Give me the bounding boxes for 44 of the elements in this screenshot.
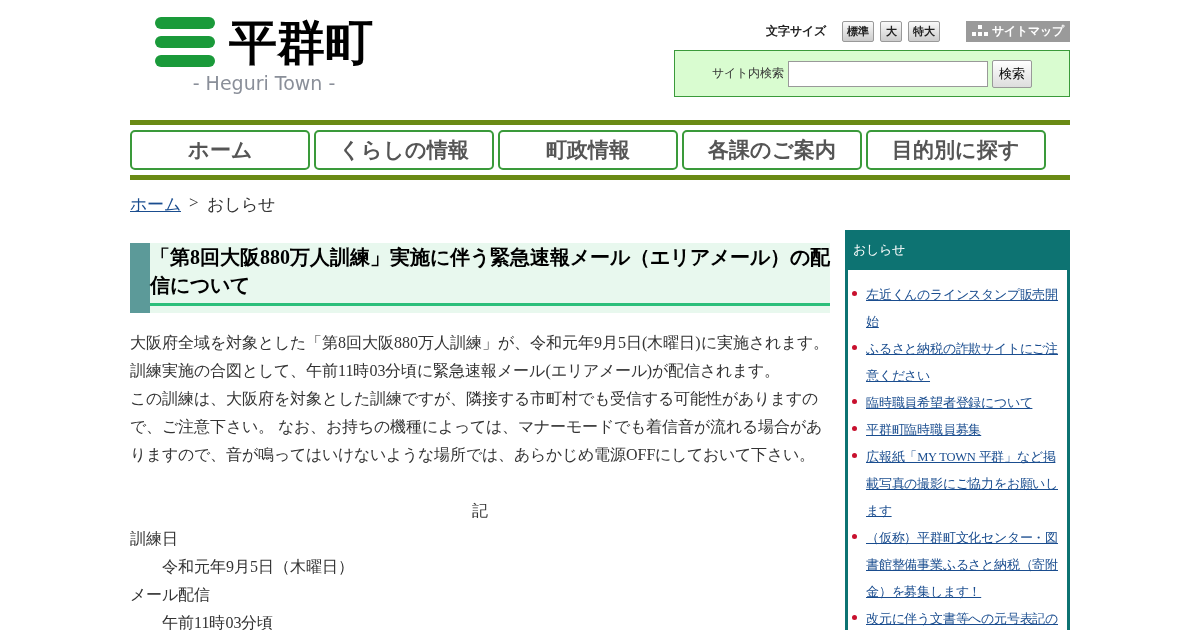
bullet-icon bbox=[852, 453, 857, 458]
font-size-button[interactable]: 標準 bbox=[842, 20, 874, 42]
news-link[interactable]: ふるさと納税の詐欺サイトにご注意ください bbox=[866, 336, 1064, 390]
nav-tab[interactable]: 町政情報 bbox=[498, 130, 678, 170]
detail-term: メール配信 bbox=[130, 586, 210, 603]
search-label: サイト内検索 bbox=[712, 65, 784, 82]
bullet-icon bbox=[852, 534, 857, 539]
detail-value: 午前11時03分頃 bbox=[162, 614, 274, 630]
title-accent bbox=[130, 243, 150, 313]
logo-subtitle: - Heguri Town - bbox=[192, 72, 336, 94]
font-size-button[interactable]: 特大 bbox=[908, 20, 940, 42]
nav-tab[interactable]: くらしの情報 bbox=[314, 130, 494, 170]
bullet-icon bbox=[852, 615, 857, 620]
search-button[interactable]: 検索 bbox=[992, 59, 1032, 88]
news-link[interactable]: 改元に伴う文書等への元号表記の bbox=[866, 606, 1058, 630]
bullet-icon bbox=[852, 291, 857, 296]
article-paragraph: この訓練は、大阪府を対象とした訓練ですが、隣接する市町村でも受信する可能性がありますので、ご注意下さい。 なお、お持ちの機種によっては、マナーモードでも着信音が流れる場合がありますので、音が鳴ってはいけないような場所では、あらかじめ電源OFFにしておいて下さい。 bbox=[130, 389, 823, 465]
bullet-icon bbox=[852, 345, 857, 350]
nav-tab[interactable]: 各課のご案内 bbox=[682, 130, 862, 170]
article-paragraph: 訓練実施の合図として、午前11時03分頃に緊急速報メール(エリアメール)が配信されます。 bbox=[130, 361, 782, 382]
breadcrumb-separator: > bbox=[189, 193, 199, 214]
news-link[interactable]: 臨時職員希望者登録について bbox=[866, 390, 1033, 417]
article-paragraph: 大阪府全域を対象とした「第8回大阪880万人訓練」が、令和元年9月5日(木曜日)に実施されます。 bbox=[130, 333, 830, 354]
nav-tab[interactable]: ホーム bbox=[130, 130, 310, 170]
nav-tab[interactable]: 目的別に探す bbox=[866, 130, 1046, 170]
search-field[interactable] bbox=[788, 60, 988, 87]
news-link[interactable]: 左近くんのラインスタンプ販売開始 bbox=[866, 282, 1064, 336]
logo-title: 平群町 bbox=[229, 14, 373, 70]
news-link[interactable]: 平群町臨時職員募集 bbox=[866, 417, 982, 444]
breadcrumb-link[interactable]: ホーム bbox=[130, 193, 181, 216]
breadcrumb-current: おしらせ bbox=[206, 194, 275, 216]
note-heading: 記 bbox=[472, 502, 488, 519]
article-title: 「第8回大阪880万人訓練」実施に伴う緊急速報メール（エリアメール）の配信について bbox=[150, 243, 830, 306]
news-link[interactable]: （仮称）平群町文化センター・図書館整備事業ふるさと納税（寄附金）を募集します！ bbox=[866, 525, 1064, 606]
sitemap-icon bbox=[972, 25, 988, 37]
bullet-icon bbox=[852, 426, 857, 431]
detail-term: 訓練日 bbox=[130, 530, 178, 547]
bullet-icon bbox=[852, 399, 857, 404]
font-size-button[interactable]: 大 bbox=[880, 20, 902, 42]
logo-icon bbox=[155, 17, 215, 67]
font-size-label: 文字サイズ bbox=[766, 22, 826, 40]
news-link[interactable]: 広報紙「MY TOWN 平群」など掲載写真の撮影にご協力をお願いします bbox=[866, 444, 1064, 525]
detail-value: 令和元年9月5日（木曜日） bbox=[162, 558, 354, 575]
news-panel-title: おしらせ bbox=[853, 241, 905, 259]
